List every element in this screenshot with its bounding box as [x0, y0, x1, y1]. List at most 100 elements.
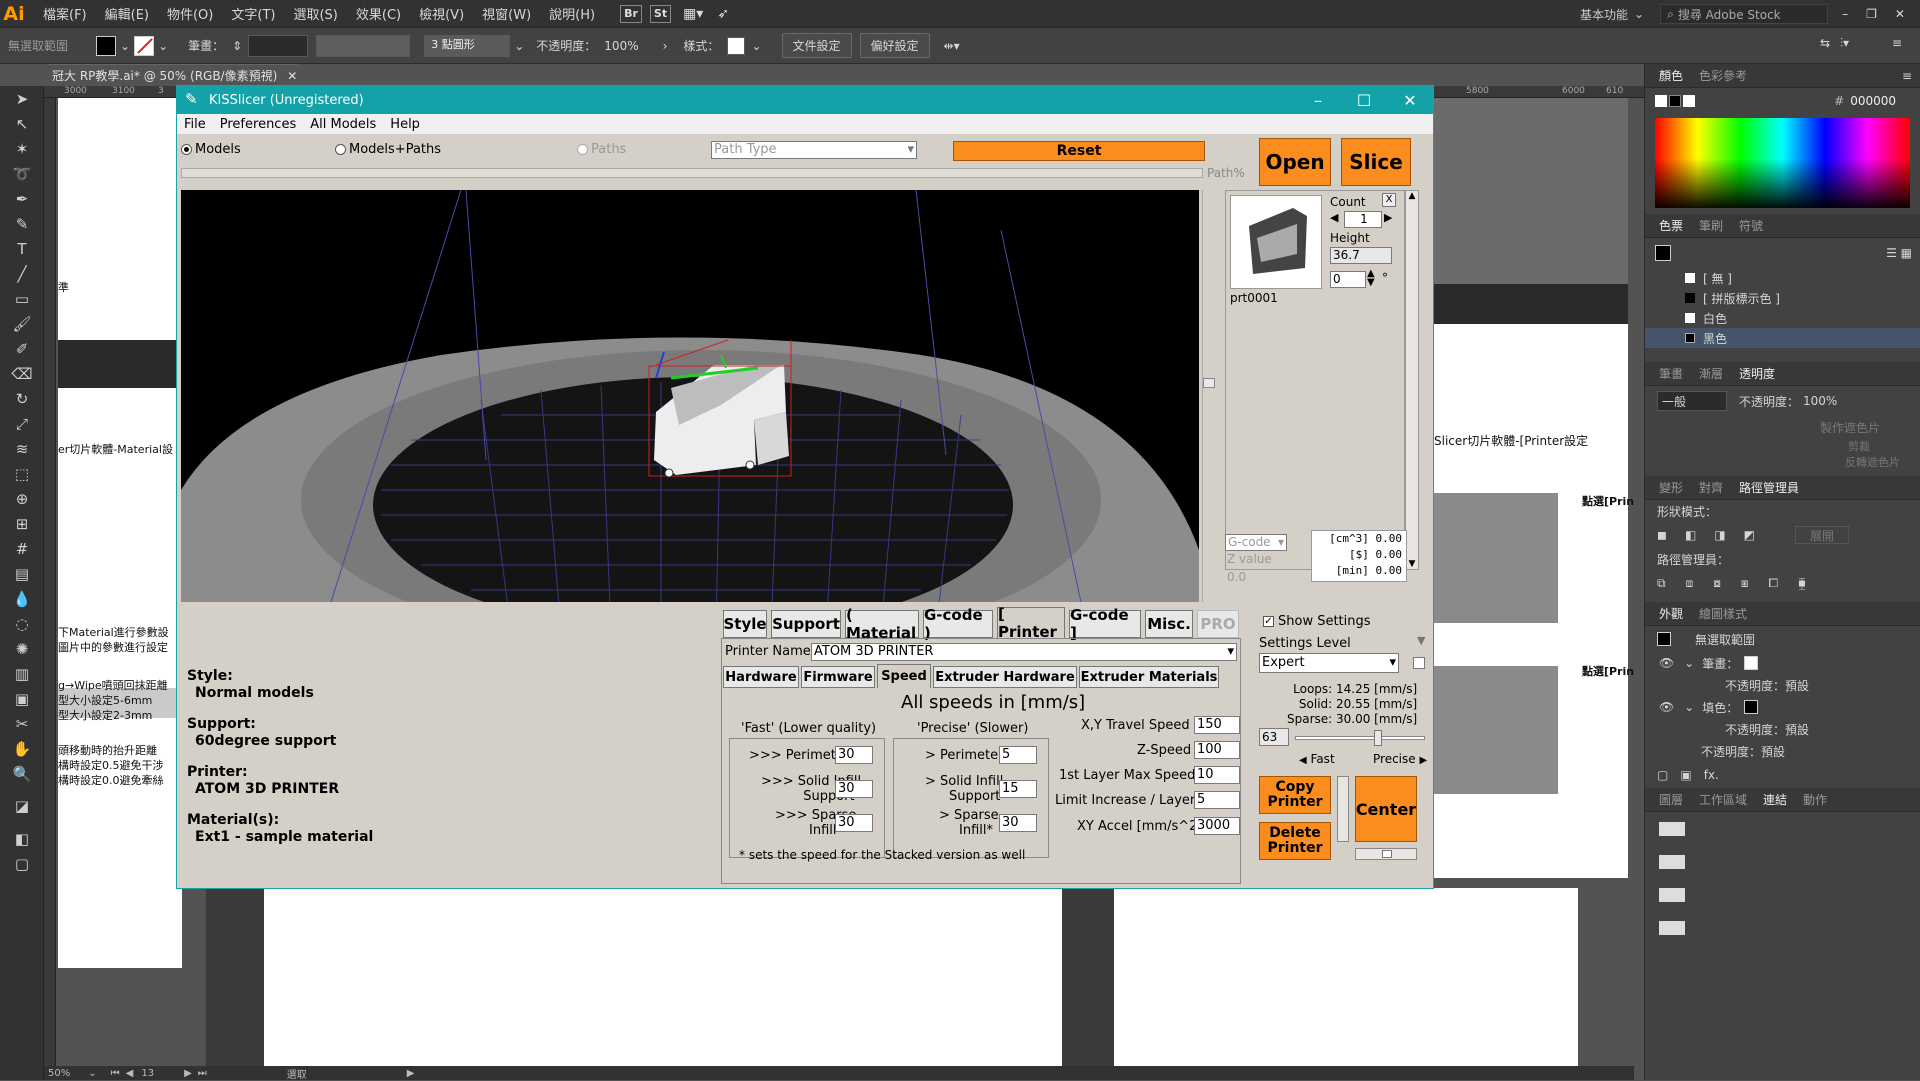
maximize-icon[interactable]: ☐: [1341, 86, 1387, 114]
type-tool-icon[interactable]: T: [0, 236, 44, 261]
xy-travel-input[interactable]: 150: [1194, 716, 1240, 734]
eye-icon[interactable]: 👁: [1659, 700, 1674, 714]
shape-builder-icon[interactable]: ⊕: [0, 486, 44, 511]
menu-object[interactable]: 物件(O): [167, 4, 213, 23]
link-item[interactable]: [1645, 845, 1920, 878]
tab-align[interactable]: 對齊: [1691, 479, 1731, 496]
intersect-icon[interactable]: ◨: [1714, 528, 1725, 542]
gcode-select[interactable]: G-code ▾: [1225, 534, 1287, 551]
xy-accel-input[interactable]: 3000: [1194, 817, 1240, 835]
opacity-value[interactable]: 100%: [604, 39, 638, 53]
settings-level-select[interactable]: Expert ▾: [1259, 653, 1399, 673]
gpu-performance-icon[interactable]: ➶: [717, 6, 729, 22]
rotate-icon[interactable]: ↻: [0, 386, 44, 411]
tab-graphic-styles[interactable]: 繪圖樣式: [1691, 605, 1755, 622]
subtab-firmware[interactable]: Firmware: [801, 666, 875, 688]
blend-icon[interactable]: ◌: [0, 611, 44, 636]
tab-material[interactable]: ( Material: [845, 606, 919, 642]
warp-icon[interactable]: ≋: [0, 436, 44, 461]
tab-links[interactable]: 連結: [1755, 791, 1795, 808]
tab-stroke[interactable]: 筆畫: [1651, 365, 1691, 382]
tab-appearance[interactable]: 外觀: [1651, 605, 1691, 622]
link-item[interactable]: [1645, 812, 1920, 845]
opacity-value[interactable]: 100%: [1803, 394, 1837, 408]
arrange-documents-icon[interactable]: ▦▾: [683, 6, 703, 22]
menu-file[interactable]: File: [184, 117, 206, 132]
trim-icon[interactable]: ⧈: [1686, 576, 1694, 591]
tab-symbols[interactable]: 符號: [1731, 217, 1771, 234]
next-page-icon[interactable]: ▶: [184, 1068, 192, 1079]
close-tab-icon[interactable]: ✕: [287, 69, 297, 83]
chevron-down-icon[interactable]: ⌄: [514, 39, 524, 53]
stock-button[interactable]: St: [649, 4, 672, 23]
subtab-extruder-materials[interactable]: Extruder Materials: [1079, 666, 1219, 688]
square-filled-icon[interactable]: ▣: [1680, 768, 1691, 782]
minus-front-icon[interactable]: ◧: [1685, 528, 1696, 542]
path-progress-slider[interactable]: [181, 168, 1203, 178]
precise-perimeter-input[interactable]: 5: [999, 746, 1037, 764]
viewport-vertical-slider[interactable]: [1202, 190, 1216, 602]
divide-icon[interactable]: ⧉: [1657, 576, 1666, 591]
menu-select[interactable]: 選取(S): [293, 4, 337, 23]
tab-layers[interactable]: 圖層: [1651, 791, 1691, 808]
reset-button[interactable]: Reset: [953, 141, 1205, 161]
brush-definition[interactable]: 3 點圓形: [424, 34, 511, 57]
appearance-opacity-row[interactable]: 不透明度：預設: [1645, 674, 1920, 696]
minimize-icon[interactable]: –: [1842, 7, 1848, 21]
rectangle-tool-icon[interactable]: ▭: [0, 286, 44, 311]
fill-swatch[interactable]: [96, 35, 117, 56]
align-icon[interactable]: ⇹▾: [944, 39, 960, 53]
scale-icon[interactable]: ⤢: [0, 411, 44, 436]
pen-tool-icon[interactable]: ✒: [0, 186, 44, 211]
tab-brushes[interactable]: 筆刷: [1691, 217, 1731, 234]
restore-icon[interactable]: ❐: [1866, 7, 1877, 21]
tab-transform[interactable]: 變形: [1651, 479, 1691, 496]
model-thumbnail[interactable]: [1230, 195, 1322, 289]
document-tab[interactable]: 冠大 RP教學.ai* @ 50% (RGB/像素預視) ✕: [48, 64, 298, 86]
zoom-level[interactable]: 50%: [48, 1068, 70, 1079]
prev-page-icon[interactable]: ◀: [126, 1068, 134, 1079]
none-swatch-icon[interactable]: [1655, 95, 1667, 107]
clip-checkbox[interactable]: 剪裁: [1645, 438, 1920, 454]
link-item[interactable]: [1645, 911, 1920, 944]
color-spectrum[interactable]: [1655, 118, 1910, 208]
chevron-down-icon[interactable]: ⌄: [1684, 656, 1694, 670]
delete-printer-button[interactable]: Delete Printer: [1259, 822, 1331, 860]
tab-transparency[interactable]: 透明度: [1731, 365, 1783, 382]
speed-quality-slider[interactable]: [1295, 730, 1425, 746]
tab-support[interactable]: Support: [771, 610, 841, 638]
gradient-icon[interactable]: ▤: [0, 561, 44, 586]
slice-tool-icon[interactable]: ✂: [0, 711, 44, 736]
free-transform-icon[interactable]: ⬚: [0, 461, 44, 486]
tab-printer[interactable]: [ Printer: [997, 605, 1065, 641]
chevron-down-icon[interactable]: ⌄: [1634, 7, 1644, 21]
artboard-number[interactable]: 13: [141, 1068, 154, 1079]
crop-icon[interactable]: ⧆: [1741, 576, 1749, 591]
close-icon[interactable]: ✕: [1895, 7, 1905, 21]
precise-sparse-input[interactable]: 30: [999, 814, 1037, 832]
chevron-down-icon[interactable]: ⌄: [120, 39, 130, 53]
square-icon[interactable]: ▢: [1657, 768, 1668, 782]
line-tool-icon[interactable]: ╱: [0, 261, 44, 286]
fx-icon[interactable]: fx.: [1704, 768, 1719, 782]
subtab-hardware[interactable]: Hardware: [723, 666, 799, 688]
height-input[interactable]: 36.7: [1330, 247, 1392, 264]
path-type-select[interactable]: Path Type ▾: [711, 141, 917, 159]
direct-selection-icon[interactable]: ↖: [0, 111, 44, 136]
stepper-icon[interactable]: ⇕: [232, 39, 242, 53]
paintbrush-icon[interactable]: 🖌: [0, 311, 44, 336]
graphic-style-swatch[interactable]: [727, 36, 746, 55]
menu-all-models[interactable]: All Models: [310, 117, 376, 132]
fill-stroke-icon[interactable]: ◪: [0, 786, 44, 826]
menu-icon[interactable]: ≡: [1892, 36, 1902, 50]
tab-pathfinder[interactable]: 路徑管理員: [1731, 479, 1807, 496]
stroke-swatch[interactable]: [134, 35, 155, 56]
screen-mode-icon[interactable]: ▢: [0, 851, 44, 876]
chevron-down-icon[interactable]: ⌄: [88, 1068, 96, 1079]
limit-increase-input[interactable]: 5: [1194, 791, 1240, 809]
chevron-right-icon[interactable]: ▶: [407, 1068, 415, 1079]
kisslicer-titlebar[interactable]: ✎ KISSlicer (Unregistered) – ☐ ✕: [177, 86, 1433, 114]
bridge-button[interactable]: Br: [620, 4, 642, 23]
copy-printer-button[interactable]: Copy Printer: [1259, 776, 1331, 814]
3d-viewport[interactable]: [181, 190, 1199, 602]
